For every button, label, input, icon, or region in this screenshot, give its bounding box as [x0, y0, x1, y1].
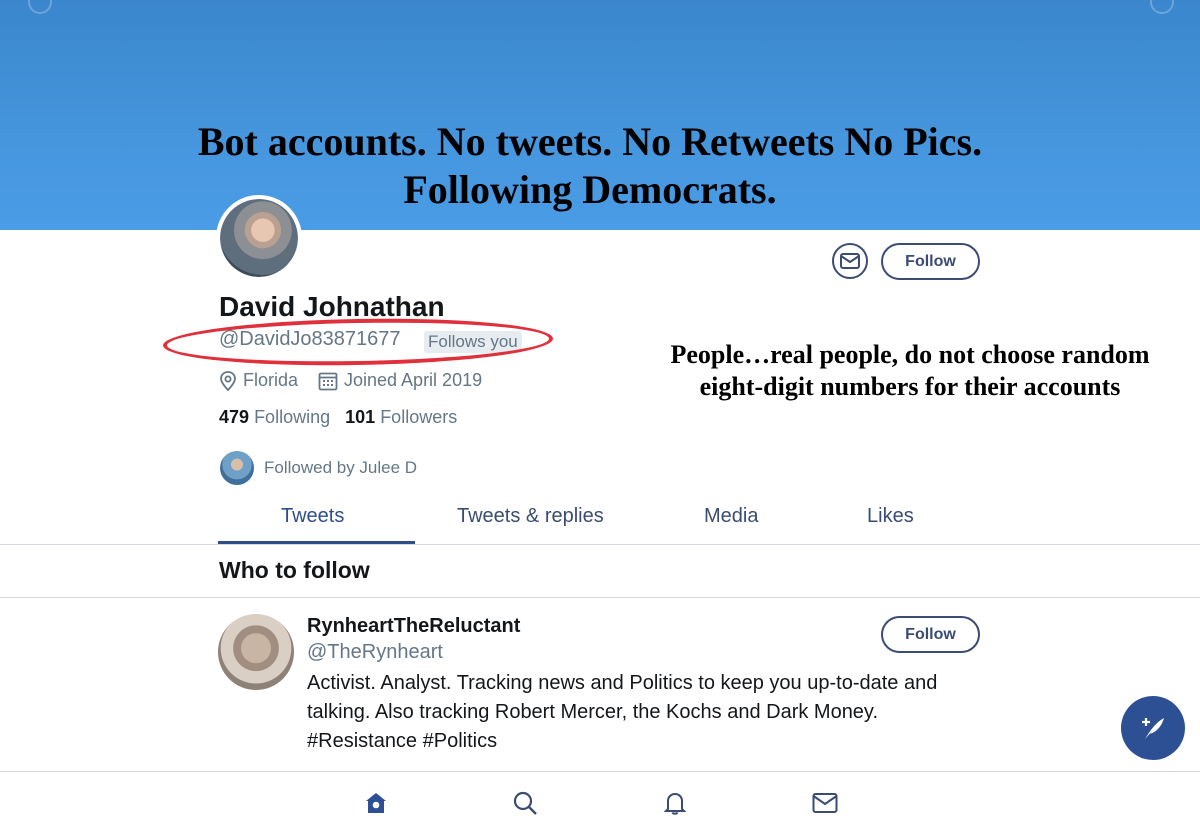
followed-by-label: Followed by Julee D: [264, 458, 418, 477]
home-icon: [366, 793, 386, 813]
tab-tweets[interactable]: Tweets: [281, 505, 344, 528]
nav-notifications[interactable]: [660, 788, 690, 818]
follow-counts: 479 Following 101 Followers: [219, 407, 457, 428]
suggestion-handle: @TheRynheart: [307, 641, 443, 663]
profile-joined: Joined April 2019: [318, 370, 482, 391]
handle-highlight-ellipse: [162, 315, 554, 369]
notifications-icon: [663, 792, 687, 815]
suggestion-name[interactable]: RynheartTheReluctant: [307, 615, 520, 638]
messages-icon: [812, 793, 838, 813]
calendar-icon: [318, 372, 338, 390]
followers-count: 101: [345, 407, 376, 427]
nav-search[interactable]: [510, 788, 540, 818]
following-count: 479: [219, 407, 250, 427]
tab-likes[interactable]: Likes: [867, 505, 914, 528]
profile-location: Florida: [219, 370, 298, 391]
section-divider: [0, 597, 1200, 598]
tab-media[interactable]: Media: [704, 505, 758, 528]
annotation-title-line1: Bot accounts. No tweets. No Retweets No …: [197, 119, 983, 164]
tab-tweets-replies[interactable]: Tweets & replies: [457, 505, 604, 528]
nav-messages[interactable]: [810, 788, 840, 818]
search-icon: [513, 791, 537, 815]
nav-home[interactable]: [361, 788, 391, 818]
tabs-divider: [0, 544, 1200, 545]
follow-button[interactable]: Follow: [881, 243, 980, 280]
location-label: Florida: [243, 370, 299, 390]
banner-edge-icon: [28, 0, 52, 14]
followed-by[interactable]: Followed by Julee D: [220, 451, 417, 485]
annotation-note-line1: People…real people, do not choose random: [670, 340, 1150, 369]
follower-avatar: [220, 451, 254, 485]
profile-avatar[interactable]: [216, 195, 302, 281]
suggestion-follow-button[interactable]: Follow: [881, 616, 980, 653]
followers-link[interactable]: 101 Followers: [345, 407, 457, 427]
annotation-note-line2: eight-digit numbers for their accounts: [699, 372, 1121, 401]
joined-label: Joined April 2019: [344, 370, 483, 390]
avatar-photo: [220, 199, 298, 277]
profile-tabs: Tweets Tweets & replies Media Likes: [218, 505, 978, 545]
who-to-follow-heading: Who to follow: [219, 557, 370, 583]
annotation-title-line2: Following Democrats.: [403, 167, 777, 212]
compose-feather-icon: [1142, 718, 1164, 739]
location-pin-icon: [220, 370, 236, 391]
following-link[interactable]: 479 Following: [219, 407, 330, 427]
following-label: Following: [254, 407, 331, 427]
banner-edge-icon: [1150, 0, 1174, 14]
message-button[interactable]: [832, 243, 868, 279]
mail-icon: [840, 253, 860, 269]
suggestion-avatar[interactable]: [218, 614, 294, 690]
compose-tweet-button[interactable]: [1121, 696, 1185, 760]
bottom-navigation: [0, 772, 1200, 830]
followers-label: Followers: [380, 407, 458, 427]
suggestion-bio: Activist. Analyst. Tracking news and Pol…: [307, 672, 938, 752]
